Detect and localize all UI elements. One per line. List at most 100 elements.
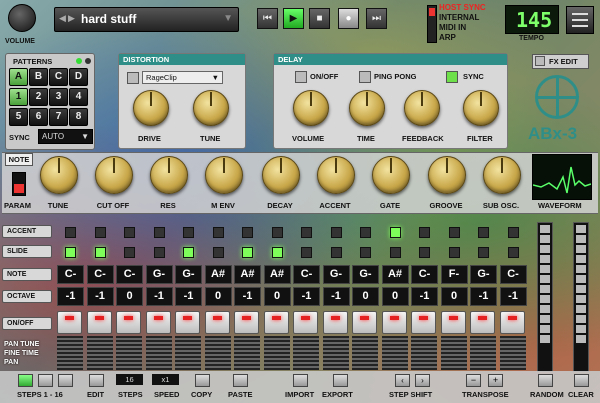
synth-knob-res[interactable] [150,156,188,194]
note-param-tab[interactable]: NOTE [5,153,33,166]
synth-knob-groove[interactable] [428,156,466,194]
pattern-2-button[interactable]: 2 [29,88,48,106]
octave-step[interactable]: 0 [352,287,379,306]
ping-pong-checkbox[interactable] [359,71,371,83]
pattern-bank-d-button[interactable]: D [69,68,88,86]
accent-step[interactable] [65,227,76,238]
pattern-8-button[interactable]: 8 [69,108,88,126]
accent-step[interactable] [419,227,430,238]
slide-step[interactable] [478,247,489,258]
export-button[interactable] [333,374,348,387]
fine-tune-slider[interactable] [470,336,496,370]
note-step[interactable]: G- [175,265,202,284]
slide-step[interactable] [389,247,401,258]
steps-range-button-2[interactable] [38,374,53,387]
steps-range-button-3[interactable] [58,374,73,387]
accent-step[interactable] [271,227,283,238]
pattern-6-button[interactable]: 6 [29,108,48,126]
fx-edit-button[interactable]: FX EDIT [532,54,589,69]
fine-tune-slider[interactable] [175,336,201,370]
note-step[interactable]: A# [234,265,261,284]
synth-knob-decay[interactable] [262,156,300,194]
step-onoff-button[interactable] [263,311,289,334]
fine-tune-slider[interactable] [57,336,83,370]
delay-sync-checkbox[interactable] [446,71,458,83]
note-step[interactable]: A# [204,265,232,284]
prev-preset-icon[interactable]: ◀ [59,13,66,24]
preset-selector[interactable]: ◀ ▶ hard stuff ▼ [54,7,239,32]
preset-dropdown-icon[interactable]: ▼ [223,13,233,24]
note-step[interactable]: C- [293,265,320,284]
note-step[interactable]: C- [411,265,438,284]
octave-step[interactable]: 0 [263,287,291,306]
random-button[interactable] [538,374,553,387]
fine-tune-slider[interactable] [499,336,526,370]
synth-knob-gate[interactable] [372,156,410,194]
accent-step[interactable] [183,227,194,238]
accent-step[interactable] [301,227,312,238]
note-step[interactable]: G- [322,265,350,284]
dist-tune-knob[interactable] [193,90,229,126]
slide-step[interactable] [330,247,342,258]
octave-step[interactable]: -1 [57,287,84,306]
note-step[interactable]: G- [470,265,497,284]
drive-knob[interactable] [133,90,169,126]
synth-knob-sub-osc[interactable] [483,156,521,194]
octave-step[interactable]: -1 [499,287,527,306]
slide-step[interactable] [360,247,371,258]
waveform-display[interactable] [532,154,592,200]
step-shift-right-button[interactable]: › [415,374,430,387]
filter-knob[interactable] [463,90,499,126]
fine-tune-slider[interactable] [86,336,113,370]
feedback-knob[interactable] [404,90,440,126]
fine-tune-slider[interactable] [263,336,290,370]
stop-button[interactable]: ■ [309,8,330,29]
octave-step[interactable]: -1 [322,287,350,306]
delay-time-knob[interactable] [349,90,385,126]
param-toggle-switch[interactable] [12,172,26,196]
accent-step[interactable] [94,227,106,238]
slide-step[interactable] [124,247,135,258]
octave-step[interactable]: -1 [411,287,438,306]
step-onoff-button[interactable] [57,311,82,334]
step-onoff-button[interactable] [352,311,377,334]
step-shift-left-button[interactable]: ‹ [395,374,410,387]
step-onoff-button[interactable] [411,311,436,334]
accent-step[interactable] [212,227,224,238]
sync-mode-switch[interactable] [427,5,437,43]
octave-step[interactable]: 0 [204,287,232,306]
fine-tune-slider[interactable] [145,336,172,370]
volume-knob[interactable] [8,4,36,32]
record-button[interactable]: ● [338,8,359,29]
fine-tune-slider[interactable] [204,336,231,370]
step-onoff-button[interactable] [145,311,171,334]
accent-step[interactable] [330,227,342,238]
sync-arp[interactable]: ARP [439,33,501,43]
slide-step[interactable] [448,247,460,258]
octave-step[interactable]: -1 [470,287,497,306]
slide-step[interactable] [212,247,224,258]
octave-step[interactable]: -1 [234,287,261,306]
fine-tune-slider[interactable] [411,336,437,370]
sync-midi-in[interactable]: MIDI IN [439,23,501,33]
accent-step[interactable] [153,227,165,238]
step-onoff-button[interactable] [175,311,200,334]
sync-internal[interactable]: INTERNAL [439,13,501,23]
tempo-display[interactable]: 145 [505,5,559,34]
pattern-4-button[interactable]: 4 [69,88,88,106]
fine-tune-slider[interactable] [352,336,378,370]
step-onoff-button[interactable] [293,311,318,334]
clear-button[interactable] [574,374,589,387]
copy-button[interactable] [195,374,210,387]
step-onoff-button[interactable] [440,311,466,334]
accent-step[interactable] [360,227,371,238]
octave-step[interactable]: 0 [381,287,409,306]
note-step[interactable]: C- [57,265,84,284]
note-step[interactable]: F- [440,265,468,284]
accent-step[interactable] [389,227,401,238]
delay-onoff-checkbox[interactable] [295,71,307,83]
slide-step[interactable] [271,247,283,258]
slide-step[interactable] [301,247,312,258]
fine-tune-slider[interactable] [116,336,142,370]
speed-select[interactable]: x1 [152,374,179,385]
